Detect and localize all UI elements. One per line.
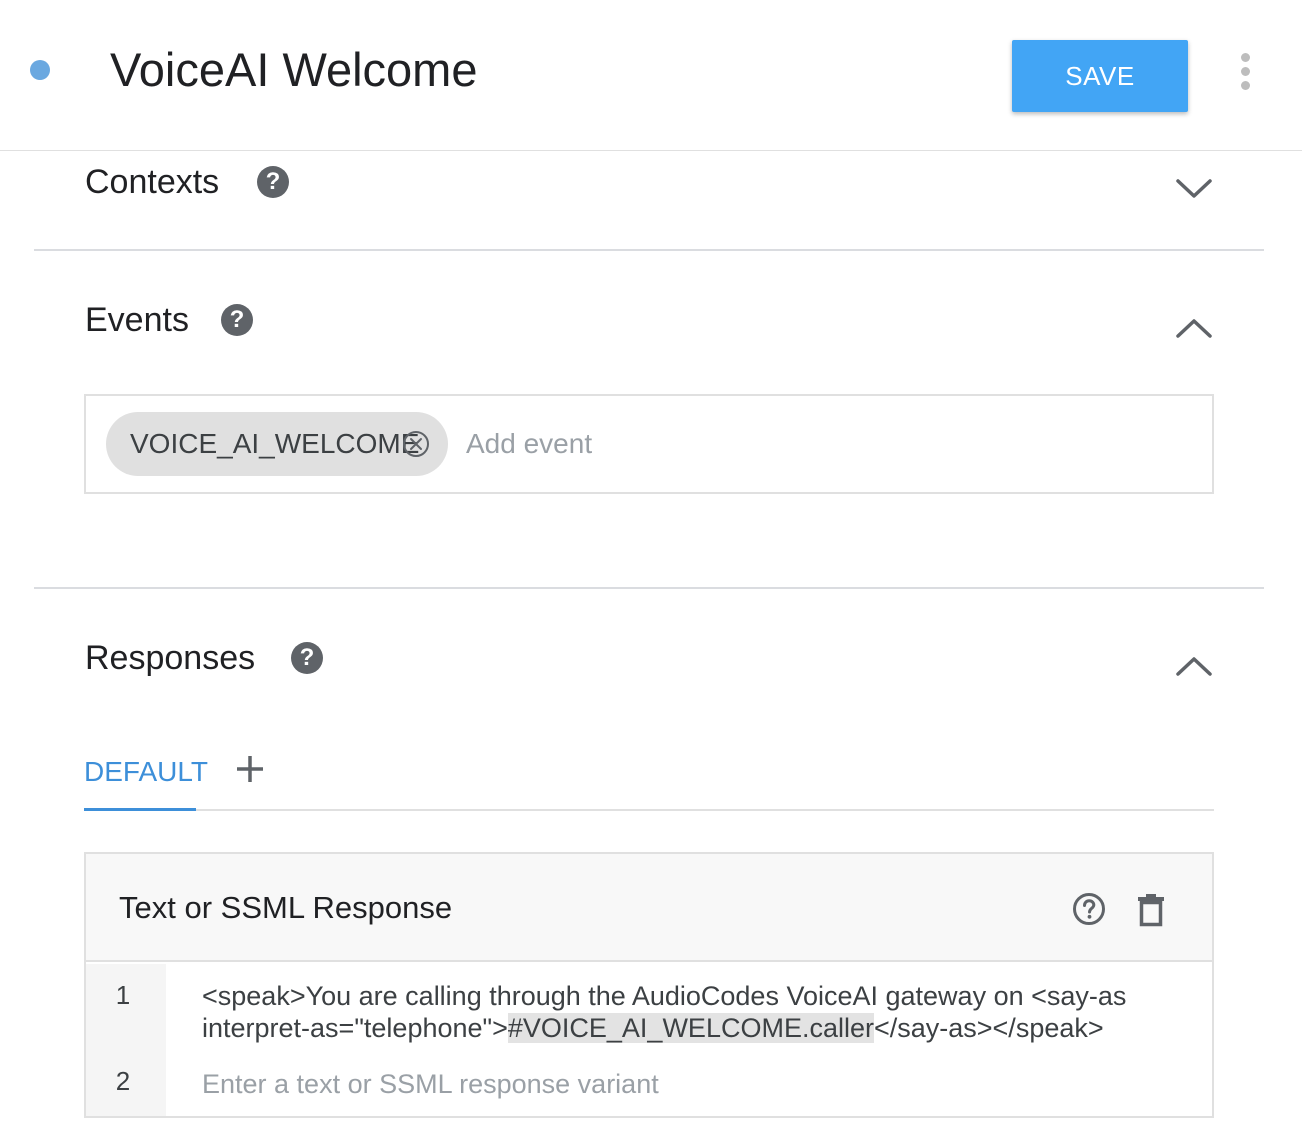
tab-default-underline — [84, 808, 196, 811]
events-title[interactable]: Events — [85, 300, 189, 340]
response-variant-1[interactable]: <speak>You are calling through the Audio… — [202, 980, 1162, 1044]
row-number: 2 — [115, 1066, 131, 1096]
events-divider — [34, 587, 1264, 589]
more-dot — [1240, 66, 1250, 76]
contexts-chevron-down-icon[interactable] — [1172, 172, 1216, 202]
responses-title[interactable]: Responses — [85, 638, 255, 678]
response-text-after: </say-as></speak> — [873, 1013, 1104, 1043]
add-event-input[interactable] — [466, 424, 1066, 464]
intent-title[interactable]: VoiceAI Welcome — [110, 40, 477, 100]
contexts-title[interactable]: Contexts — [85, 162, 219, 202]
status-dot — [30, 60, 50, 80]
parameter-highlight[interactable]: #VOICE_AI_WELCOME.caller — [507, 1013, 874, 1043]
trash-icon[interactable] — [1136, 892, 1166, 928]
tabs-baseline — [84, 809, 1214, 811]
response-variant-input[interactable] — [202, 1064, 1162, 1104]
help-outline-icon[interactable] — [1072, 892, 1106, 926]
responses-chevron-up-icon[interactable] — [1172, 650, 1216, 680]
more-dot — [1240, 80, 1250, 90]
event-chip-label: VOICE_AI_WELCOME — [130, 428, 420, 459]
more-dot — [1240, 52, 1250, 62]
line-number-gutter: 1 2 — [86, 964, 166, 1116]
responses-help-icon[interactable]: ? — [291, 642, 323, 674]
intent-header: VoiceAI Welcome SAVE — [0, 0, 1302, 151]
events-chevron-up-icon[interactable] — [1172, 312, 1216, 342]
close-circle-icon[interactable] — [402, 430, 430, 458]
contexts-help-icon[interactable]: ? — [257, 166, 289, 198]
card-title: Text or SSML Response — [119, 890, 453, 925]
text-response-card: Text or SSML Response 1 2 <speak>You are… — [84, 852, 1214, 1118]
plus-icon[interactable] — [232, 750, 268, 790]
tab-default[interactable]: DEFAULT — [84, 756, 208, 788]
events-input-box[interactable]: VOICE_AI_WELCOME — [84, 394, 1214, 494]
row-number: 1 — [115, 980, 131, 1010]
contexts-divider — [34, 249, 1264, 251]
more-vert-icon[interactable] — [1228, 50, 1262, 92]
event-chip[interactable]: VOICE_AI_WELCOME — [106, 412, 448, 476]
events-help-icon[interactable]: ? — [221, 304, 253, 336]
card-header: Text or SSML Response — [86, 854, 1212, 962]
save-button[interactable]: SAVE — [1012, 40, 1188, 112]
